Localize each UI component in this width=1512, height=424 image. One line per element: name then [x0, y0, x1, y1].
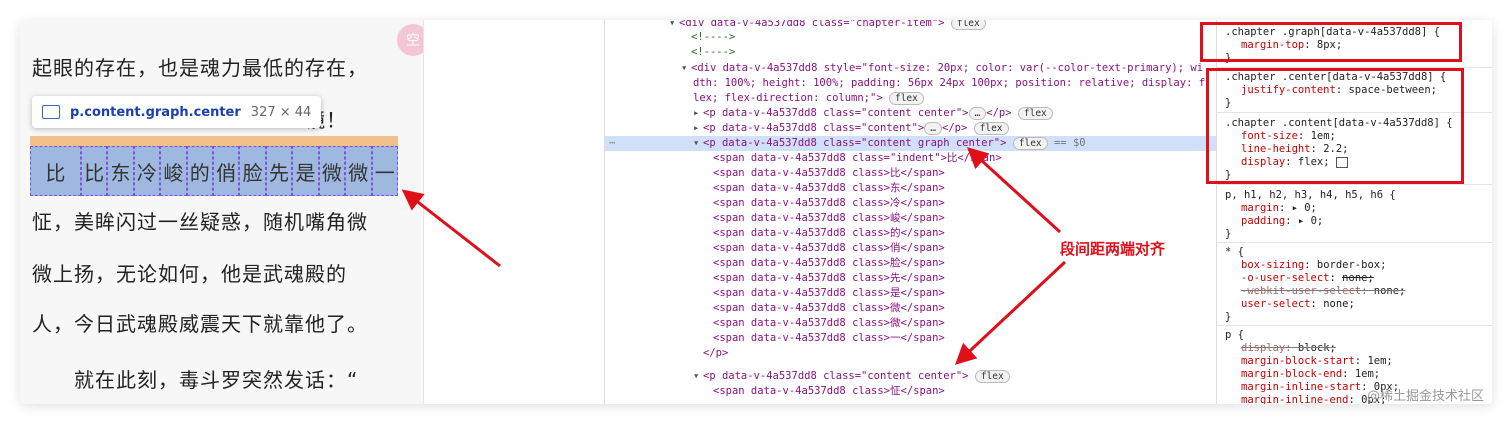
indent-span: 比: [30, 146, 81, 196]
dom-node[interactable]: ▸ <p data-v-4a537dd8 class="content">… </p…: [693, 121, 1009, 136]
annotation-label: 段间距两端对齐: [1060, 240, 1166, 258]
dom-comment[interactable]: <!---->: [691, 30, 735, 45]
dom-span[interactable]: <span data-v-4a537dd8 class>峻</span>: [713, 211, 945, 226]
dom-span[interactable]: <span data-v-4a537dd8 class>脸</span>: [713, 256, 945, 271]
dom-node[interactable]: ▸ <p data-v-4a537dd8 class="content cente…: [693, 106, 1053, 121]
char-span: 俏: [212, 146, 240, 196]
annotation-box: [1206, 68, 1464, 184]
style-declaration-overridden[interactable]: -webkit-user-select: none;: [1241, 285, 1405, 298]
char-span: 先: [265, 146, 293, 196]
style-declaration[interactable]: padding: ▸ 0;: [1241, 215, 1323, 228]
rule-selector[interactable]: p {: [1225, 329, 1244, 342]
more-dots-icon[interactable]: ⋯: [609, 136, 615, 151]
reader-line: 起眼的存在，也是魂力最低的存在，: [32, 56, 368, 80]
element-grid-icon: [42, 105, 60, 119]
dom-span[interactable]: <span data-v-4a537dd8 class>俏</span>: [713, 241, 945, 256]
elements-panel: ▾ <div data-v-4a537dd8 class="chapter-ite…: [604, 20, 1217, 404]
style-declaration[interactable]: margin-inline-end: 0px;: [1241, 394, 1386, 404]
margin-highlight: [30, 136, 398, 146]
highlighted-paragraph[interactable]: 比 比 东 冷 峻 的 俏 脸 先 是 微 微 一: [30, 146, 398, 196]
dom-node[interactable]: ▾ <p data-v-4a537dd8 class="content cente…: [693, 369, 1010, 384]
dom-node-cont: lex; flex-direction: column;"> flex: [693, 91, 924, 106]
dom-span[interactable]: <span data-v-4a537dd8 class>微</span>: [713, 301, 945, 316]
reader-pane: 空 起眼的存在，也是魂力最低的存在， 镜！ p.content.graph.ce…: [20, 20, 423, 404]
reader-avatar-badge[interactable]: 空: [397, 24, 423, 56]
inspect-tooltip: p.content.graph.center 327 × 44: [32, 96, 322, 128]
tooltip-selector: p.content.graph.center: [70, 104, 241, 120]
tooltip-dimensions: 327 × 44: [250, 104, 312, 120]
char-span: 比: [80, 146, 108, 196]
dom-span[interactable]: <span data-v-4a537dd8 class>的</span>: [713, 226, 945, 241]
rule-separator: [1217, 325, 1492, 326]
char-span: 的: [186, 146, 213, 196]
reader-line: 微上扬，无论如何，他是武魂殿的: [32, 262, 347, 286]
rule-selector[interactable]: p, h1, h2, h3, h4, h5, h6 {: [1225, 189, 1396, 202]
dom-close-tag[interactable]: </p>: [703, 346, 728, 361]
char-span: 东: [107, 146, 134, 196]
rule-close: }: [1225, 311, 1232, 323]
dom-node[interactable]: ▾ <div data-v-4a537dd8 style="font-size: …: [681, 61, 1203, 76]
style-declaration[interactable]: margin: ▸ 0;: [1241, 202, 1317, 215]
char-span: 脸: [239, 146, 266, 196]
blank-gutter: [423, 20, 604, 404]
char-span: 冷: [133, 146, 161, 196]
reader-line: 人，今日武魂殿威震天下就靠他了。: [32, 312, 368, 336]
dom-span[interactable]: <span data-v-4a537dd8 class>东</span>: [713, 181, 945, 196]
style-declaration[interactable]: box-sizing: border-box;: [1241, 259, 1386, 272]
style-declaration[interactable]: margin-block-start: 1em;: [1241, 355, 1393, 368]
annotation-box: [1200, 22, 1462, 62]
reader-line: 怔，美眸闪过一丝疑惑，随机嘴角微: [32, 210, 368, 234]
char-span: 一: [371, 146, 398, 196]
dom-span[interactable]: <span data-v-4a537dd8 class>一</span>: [713, 331, 945, 346]
reader-line: 就在此刻，毒斗罗突然发话：“: [74, 368, 359, 392]
dom-comment[interactable]: <!---->: [691, 45, 735, 60]
dom-node-cont: dth: 100%; height: 100%; padding: 56px 2…: [693, 77, 1206, 89]
rule-selector[interactable]: * {: [1225, 246, 1244, 259]
char-span: 微: [345, 146, 372, 196]
dom-span[interactable]: <span data-v-4a537dd8 class="indent">比</…: [713, 151, 1002, 166]
rule-separator: [1217, 242, 1492, 243]
char-span: 峻: [160, 146, 187, 196]
dom-span[interactable]: <span data-v-4a537dd8 class>比</span>: [713, 166, 945, 181]
char-span: 是: [292, 146, 319, 196]
screenshot-frame: 空 起眼的存在，也是魂力最低的存在， 镜！ p.content.graph.ce…: [20, 20, 1492, 404]
style-declaration[interactable]: -o-user-select: none;: [1241, 272, 1374, 285]
dom-node-selected[interactable]: ⋯ ▾ <p data-v-4a537dd8 class="content grap…: [605, 136, 1217, 151]
dom-span[interactable]: <span data-v-4a537dd8 class>先</span>: [713, 271, 945, 286]
rule-separator: [1217, 184, 1492, 185]
dom-span[interactable]: <span data-v-4a537dd8 class>冷</span>: [713, 196, 945, 211]
style-declaration[interactable]: user-select: none;: [1241, 298, 1355, 311]
char-span: 微: [318, 146, 346, 196]
style-declaration-overridden[interactable]: display: block;: [1241, 342, 1336, 355]
rule-close: }: [1225, 228, 1232, 240]
dom-span[interactable]: <span data-v-4a537dd8 class>是</span>: [713, 286, 945, 301]
watermark: @稀土掘金技术社区: [1366, 389, 1484, 404]
dom-span[interactable]: <span data-v-4a537dd8 class>怔</span>: [713, 384, 945, 399]
style-declaration[interactable]: margin-block-end: 1em;: [1241, 368, 1380, 381]
dom-span[interactable]: <span data-v-4a537dd8 class>微</span>: [713, 316, 945, 331]
